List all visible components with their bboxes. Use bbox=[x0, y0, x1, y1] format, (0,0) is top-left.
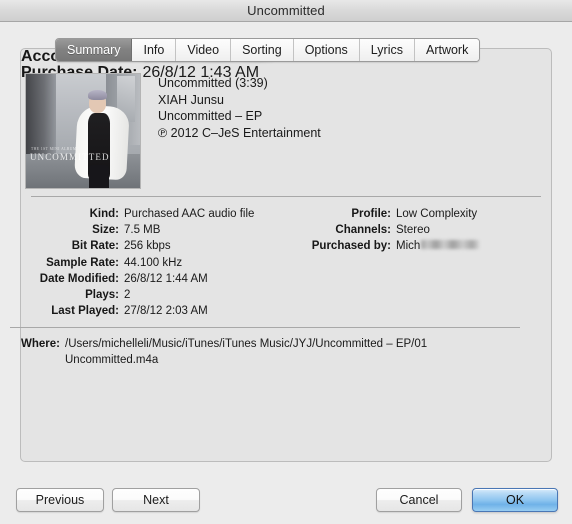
cancel-button[interactable]: Cancel bbox=[376, 488, 462, 512]
track-metadata: Uncommitted (3:39) XIAH Junsu Uncommitte… bbox=[158, 73, 321, 141]
detail-value-last-played: 27/8/12 2:03 AM bbox=[124, 305, 208, 318]
window-title: Uncommitted bbox=[247, 3, 325, 18]
divider-bottom bbox=[10, 327, 520, 328]
album-artwork[interactable]: THE 1ST MINI ALBUM UNCOMMITTED bbox=[25, 73, 141, 189]
tab-info[interactable]: Info bbox=[132, 39, 177, 61]
tab-bar: Summary Info Video Sorting Options Lyric… bbox=[55, 38, 481, 62]
detail-row-purchased-by: Purchased by: Mich bbox=[269, 238, 553, 254]
detail-label-size: Size: bbox=[92, 224, 119, 237]
where-label: Where: bbox=[21, 338, 60, 350]
detail-value-plays: 2 bbox=[124, 289, 131, 302]
detail-value-size: 7.5 MB bbox=[124, 224, 161, 237]
detail-value-kind: Purchased AAC audio file bbox=[124, 208, 255, 220]
detail-row-profile: Profile: Low Complexity bbox=[269, 206, 553, 222]
track-header: THE 1ST MINI ALBUM UNCOMMITTED Uncommitt… bbox=[25, 73, 321, 189]
next-button[interactable]: Next bbox=[112, 488, 200, 512]
detail-label-channels: Channels: bbox=[335, 224, 391, 237]
detail-value-purchased-by: Mich bbox=[396, 238, 480, 254]
artwork-figure-hair bbox=[87, 89, 107, 101]
tab-lyrics[interactable]: Lyrics bbox=[359, 39, 415, 61]
tab-sorting[interactable]: Sorting bbox=[231, 39, 294, 61]
details-right-column: Profile: Low Complexity Channels: Stereo… bbox=[269, 206, 553, 255]
tab-summary[interactable]: Summary bbox=[56, 39, 133, 61]
detail-label-bit-rate: Bit Rate: bbox=[71, 240, 119, 253]
track-info-window: Uncommitted Summary Info Video Sorting O… bbox=[0, 0, 572, 524]
track-copyright: ℗ 2012 C–JeS Entertainment bbox=[158, 125, 321, 140]
detail-row-last-played: Last Played: 27/8/12 2:03 AM bbox=[21, 303, 321, 319]
where-row: Where: /Users/michelleli/Music/iTunes/iT… bbox=[0, 337, 470, 368]
detail-label-kind: Kind: bbox=[89, 208, 119, 220]
tab-video[interactable]: Video bbox=[176, 39, 232, 61]
artwork-cover-kicker: THE 1ST MINI ALBUM bbox=[31, 147, 77, 151]
detail-value-sample-rate: 44.100 kHz bbox=[124, 256, 183, 269]
detail-label-last-played: Last Played: bbox=[51, 305, 119, 318]
track-artist: XIAH Junsu bbox=[158, 92, 225, 107]
tab-artwork[interactable]: Artwork bbox=[414, 39, 480, 61]
window-titlebar: Uncommitted bbox=[0, 0, 572, 22]
where-path-line2: Uncommitted.m4a bbox=[65, 353, 159, 366]
artwork-figure-legs bbox=[88, 165, 110, 188]
detail-value-profile: Low Complexity bbox=[396, 208, 478, 220]
artwork-cover-title: UNCOMMITTED bbox=[30, 152, 110, 162]
ok-button[interactable]: OK bbox=[472, 488, 558, 512]
tab-options[interactable]: Options bbox=[293, 39, 360, 61]
purchased-by-visible-text: Mich bbox=[396, 240, 421, 253]
detail-value-bit-rate: 256 kbps bbox=[124, 240, 171, 253]
previous-button[interactable]: Previous bbox=[16, 488, 104, 512]
detail-row-channels: Channels: Stereo bbox=[269, 222, 553, 238]
detail-row-date-modified: Date Modified: 26/8/12 1:44 AM bbox=[21, 271, 321, 287]
track-title: Uncommitted (3:39) bbox=[158, 76, 268, 90]
detail-label-plays: Plays: bbox=[85, 289, 119, 302]
detail-row-sample-rate: Sample Rate: 44.100 kHz bbox=[21, 255, 321, 271]
where-section: Where: /Users/michelleli/Music/iTunes/iT… bbox=[0, 337, 470, 368]
summary-panel: THE 1ST MINI ALBUM UNCOMMITTED Uncommitt… bbox=[20, 48, 552, 462]
divider-top bbox=[31, 196, 541, 197]
detail-label-profile: Profile: bbox=[351, 208, 391, 220]
track-album: Uncommitted – EP bbox=[158, 109, 263, 123]
detail-value-date-modified: 26/8/12 1:44 AM bbox=[124, 272, 208, 285]
redaction-blur-purchased-by bbox=[421, 240, 480, 250]
detail-label-purchased-by: Purchased by: bbox=[311, 240, 391, 253]
detail-label-sample-rate: Sample Rate: bbox=[46, 256, 119, 269]
detail-value-channels: Stereo bbox=[396, 224, 430, 237]
where-path: /Users/michelleli/Music/iTunes/iTunes Mu… bbox=[65, 337, 470, 368]
detail-row-plays: Plays: 2 bbox=[21, 287, 321, 303]
detail-label-date-modified: Date Modified: bbox=[39, 272, 119, 285]
where-path-line1: /Users/michelleli/Music/iTunes/iTunes Mu… bbox=[65, 338, 428, 350]
